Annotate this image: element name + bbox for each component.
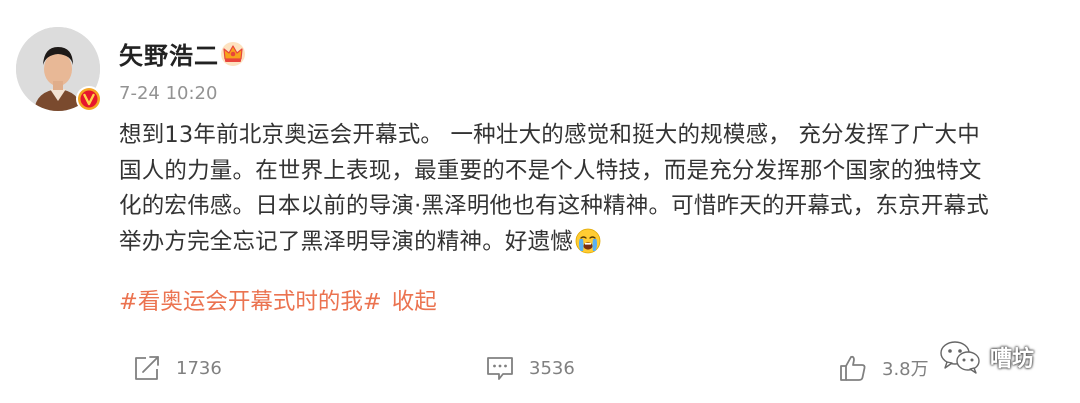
- comment-icon: [487, 357, 513, 380]
- post-text-line-content: 举办方完全忘记了黑泽明导演的精神。好遗憾: [119, 228, 574, 255]
- author-avatar[interactable]: [16, 27, 102, 112]
- comment-button[interactable]: 3536: [485, 345, 575, 391]
- repost-icon: [135, 356, 159, 380]
- post-tags: #看奥运会开幕式时的我# 收起: [119, 284, 437, 316]
- thumbs-up-icon: [840, 355, 866, 381]
- wechat-icon: [940, 341, 980, 374]
- watermark: 嘈坊: [938, 340, 1034, 374]
- comment-count: 3536: [529, 357, 575, 379]
- repost-button[interactable]: 1736: [132, 345, 222, 391]
- post-text: 想到13年前北京奥运会开幕式。 一种壮大的感觉和挺大的规模感， 充分发挥了广大中…: [119, 118, 1049, 260]
- post-actions-bar: 1736 3536 3.8万: [0, 345, 1080, 391]
- hashtag-link[interactable]: #看奥运会开幕式时的我#: [119, 289, 382, 315]
- repost-count: 1736: [176, 357, 222, 379]
- post-text-line: 国人的力量。在世界上表现，最重要的不是个人特技，而是充分发挥那个国家的独特文: [119, 157, 982, 184]
- weibo-post-card: 矢野浩二 7-24 10:20 想到13年前北京奥运会开幕式。 一种壮大的感觉和…: [0, 0, 1080, 403]
- post-text-line-last: 举办方完全忘记了黑泽明导演的精神。好遗憾: [119, 225, 1049, 261]
- author-name[interactable]: 矢野浩二: [119, 36, 219, 71]
- watermark-label: 嘈坊: [990, 347, 1035, 372]
- post-text-line: 化的宏伟感。日本以前的导演·黑泽明他也有这种精神。可惜昨天的开幕式，东京开幕式: [119, 193, 989, 219]
- crying-face-emoji-icon: [575, 228, 601, 253]
- post-text-line: 想到13年前北京奥运会开幕式。 一种壮大的感觉和挺大的规模感， 充分发挥了广大中: [119, 122, 980, 148]
- crown-icon[interactable]: [219, 40, 247, 66]
- like-button[interactable]: 3.8万: [838, 345, 929, 391]
- post-timestamp[interactable]: 7-24 10:20: [119, 83, 217, 104]
- collapse-link[interactable]: 收起: [392, 289, 437, 315]
- verified-badge-icon: [76, 86, 102, 112]
- like-count: 3.8万: [882, 359, 929, 380]
